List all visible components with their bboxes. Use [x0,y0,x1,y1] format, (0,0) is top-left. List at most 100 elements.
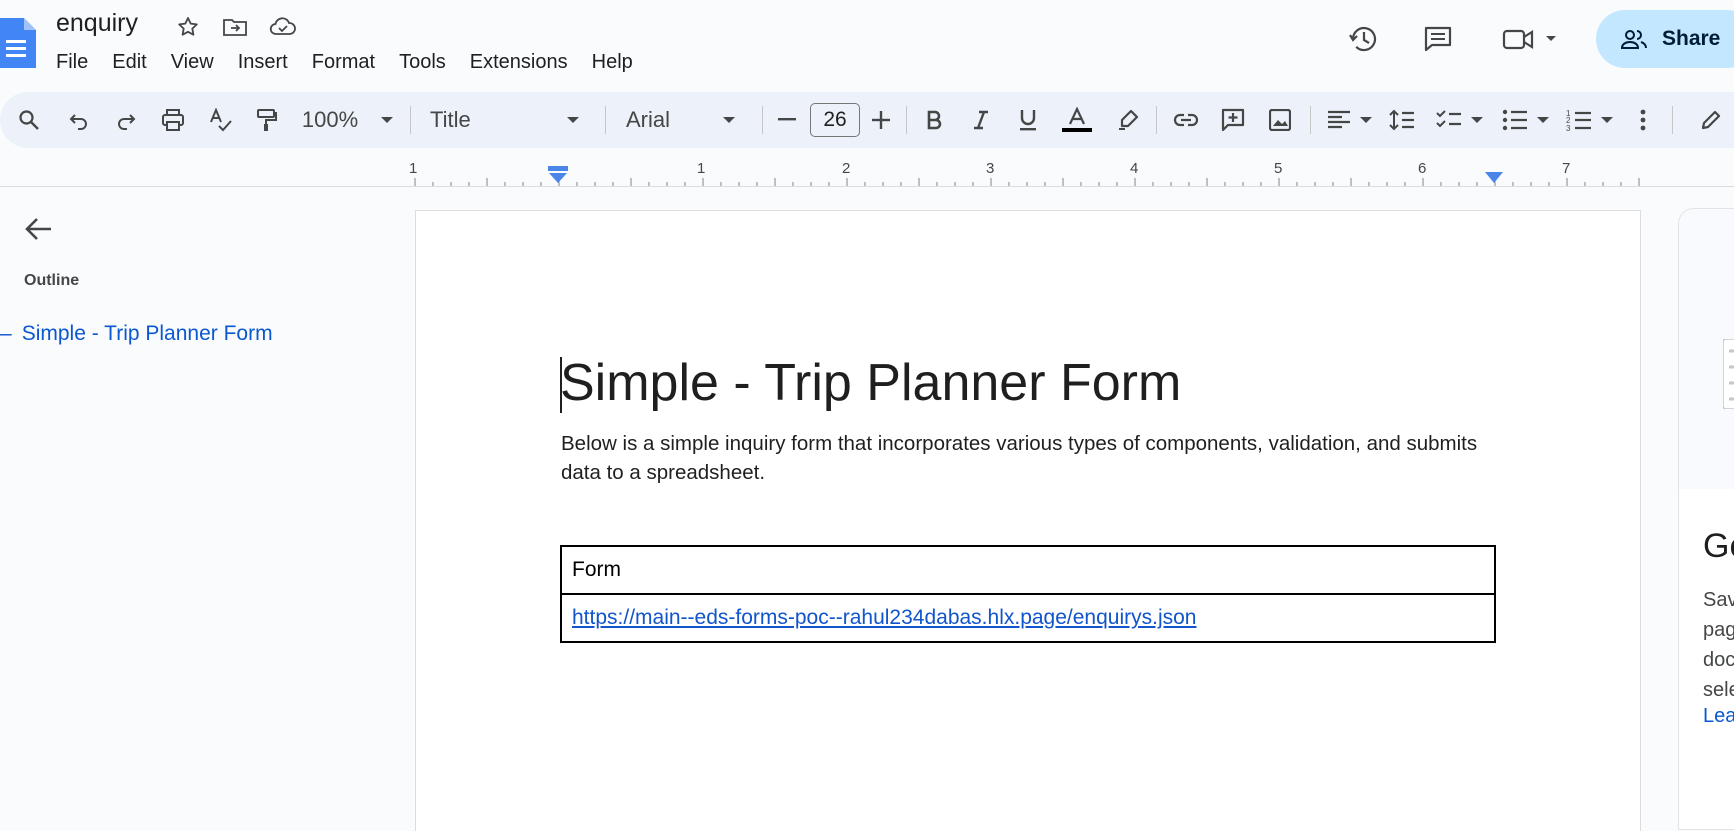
menu-file[interactable]: File [44,48,100,76]
checklist-menu[interactable] [1432,92,1488,148]
document-title[interactable]: enquiry [56,9,138,38]
menu-edit[interactable]: Edit [100,48,158,76]
align-menu[interactable] [1322,92,1378,148]
ruler-label: 1 [409,160,418,177]
spelling-check-icon[interactable] [205,92,235,148]
toolbar-divider [762,106,763,134]
document-paragraph[interactable]: Below is a simple inquiry form that inco… [561,429,1521,487]
ruler-label: 2 [842,160,851,177]
menu-tools[interactable]: Tools [387,48,458,76]
bulleted-list-icon [1502,109,1527,131]
undo-icon[interactable] [64,92,94,148]
chevron-down-icon [567,117,579,123]
insert-link-icon[interactable] [1170,92,1202,148]
toolbar-divider [1672,106,1673,134]
line-spacing-icon[interactable] [1387,92,1417,148]
search-menus-icon[interactable] [14,92,44,148]
cloud-saved-icon[interactable] [269,13,297,41]
star-icon[interactable] [174,13,202,41]
paragraph-style-value: Title [430,107,471,132]
document-table: Form https://main--eds-forms-poc--rahul2… [560,545,1496,643]
share-button[interactable]: Share [1596,10,1734,68]
arrow-back-icon [25,218,51,240]
align-left-icon [1328,110,1350,129]
toolbar-divider [1156,106,1157,134]
table-cell-link[interactable]: https://main--eds-forms-poc--rahul234dab… [560,593,1496,643]
insert-image-icon[interactable] [1265,92,1295,148]
left-indent-marker-icon[interactable] [548,166,568,184]
redo-icon[interactable] [111,92,141,148]
underline-icon[interactable] [1013,92,1043,148]
highlight-color-icon[interactable] [1113,92,1143,148]
move-to-folder-icon[interactable] [221,13,249,41]
toolbar-divider [1310,106,1311,134]
side-panel-learn-more-link[interactable]: Lea [1703,705,1734,728]
text-color-icon[interactable] [1058,92,1096,148]
side-panel-line: pag [1703,619,1734,641]
print-icon[interactable] [158,92,188,148]
font-size-input[interactable]: 26 [810,103,860,137]
chevron-down-icon [1360,117,1372,123]
toolbar-divider [605,106,606,134]
outline-item-label: Simple - Trip Planner Form [21,322,273,345]
menu-format[interactable]: Format [300,48,387,76]
toolbar-divider [906,106,907,134]
numbered-list-menu[interactable]: 123 [1562,92,1618,148]
zoom-value: 100% [301,107,359,132]
add-comment-icon[interactable] [1217,92,1249,148]
menu-insert[interactable]: Insert [226,48,300,76]
ruler-label: 6 [1418,160,1427,177]
ruler-label: 3 [986,160,995,177]
italic-icon[interactable] [966,92,996,148]
menu-help[interactable]: Help [580,48,645,76]
share-label: Share [1662,27,1721,50]
document-heading[interactable]: Simple - Trip Planner Form [560,353,1181,413]
editing-mode-pencil-icon[interactable] [1696,92,1726,148]
horizontal-ruler[interactable]: 1 1 2 3 4 5 6 7 [0,154,1734,187]
zoom-select[interactable]: 100% [300,92,396,148]
side-panel-illustration [1679,209,1734,489]
outline-heading: Outline [24,272,80,289]
bulleted-list-menu[interactable] [1498,92,1554,148]
docs-logo-icon[interactable] [0,18,36,68]
paint-format-icon[interactable] [252,92,282,148]
text-cursor [560,357,562,413]
menu-bar: File Edit View Insert Format Tools Exten… [44,48,645,76]
menu-extensions[interactable]: Extensions [458,48,580,76]
font-family-select[interactable]: Arial [616,92,746,148]
increase-font-size-icon[interactable] [866,92,896,148]
side-panel-body: Sav pag doc sele [1703,585,1734,705]
document-page[interactable]: Simple - Trip Planner Form Below is a si… [415,210,1641,831]
title-bar: enquiry File Edit View Insert Format Too… [0,0,1734,92]
close-outline-button[interactable] [20,210,58,248]
outline-dash-icon: – [0,322,12,345]
side-panel-heading: Ge [1703,527,1734,565]
table-row: https://main--eds-forms-poc--rahul234dab… [560,593,1496,643]
chevron-down-icon [1471,117,1483,123]
chevron-down-icon [1537,117,1549,123]
form-json-link[interactable]: https://main--eds-forms-poc--rahul234dab… [572,606,1196,629]
ruler-label: 1 [697,160,706,177]
toolbar-divider [410,106,411,134]
ruler-label: 5 [1274,160,1283,177]
font-family-value: Arial [626,107,671,132]
outline-item[interactable]: – Simple - Trip Planner Form [0,322,273,346]
bold-icon[interactable] [919,92,949,148]
comments-icon[interactable] [1419,20,1457,58]
menu-view[interactable]: View [159,48,226,76]
toolbar: 100% Title Arial 26 1 2 3 [0,92,1734,148]
paragraph-style-select[interactable]: Title [420,92,590,148]
ruler-ticks [414,178,1640,186]
meet-video-icon[interactable] [1500,20,1560,58]
side-panel-line: sele [1703,679,1734,701]
side-panel-line: Sav [1703,589,1734,611]
side-panel-line: doc [1703,649,1734,671]
table-row: Form [560,545,1496,595]
more-options-icon[interactable] [1630,92,1656,148]
right-indent-marker-icon[interactable] [1485,172,1503,183]
decrease-font-size-icon[interactable] [772,92,802,148]
numbered-list-icon: 123 [1566,109,1591,132]
chevron-down-icon [723,117,735,123]
version-history-icon[interactable] [1345,20,1383,58]
table-cell-form-header[interactable]: Form [560,545,1496,595]
